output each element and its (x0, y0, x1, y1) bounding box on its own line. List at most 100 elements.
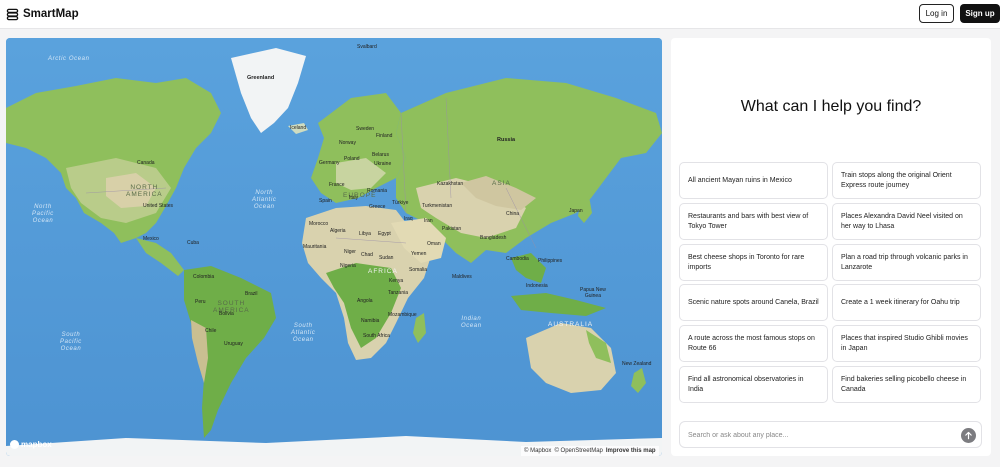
place-label: Cambodia (506, 256, 529, 262)
suggestion-card[interactable]: All ancient Mayan ruins in Mexico (679, 162, 828, 199)
place-label: Iran (424, 218, 433, 224)
suggestion-card[interactable]: Best cheese shops in Toronto for rare im… (679, 244, 828, 281)
brand[interactable]: SmartMap (6, 6, 79, 22)
continent-label-australia: AUSTRALIA (548, 321, 594, 328)
place-label: Niger (344, 249, 356, 255)
ocean-label-south-pacific: South Pacific Ocean (60, 332, 82, 352)
mapbox-logo-icon (10, 440, 19, 449)
place-label: Iraq (404, 216, 413, 222)
place-label: Chad (361, 252, 373, 258)
suggestion-card[interactable]: Restaurants and bars with best view of T… (679, 203, 828, 240)
signup-button[interactable]: Sign up (960, 4, 1000, 23)
place-label: Poland (344, 156, 360, 162)
place-label: Russia (497, 137, 516, 143)
search-box (679, 421, 982, 448)
suggestion-card[interactable]: Scenic nature spots around Canela, Brazi… (679, 284, 828, 321)
place-label: Kenya (389, 278, 404, 284)
place-label: Italy (349, 195, 359, 201)
arrow-up-icon (965, 431, 972, 440)
place-label: Finland (376, 133, 393, 139)
search-input[interactable] (688, 428, 948, 442)
world-map[interactable]: Arctic Ocean North Pacific Ocean North Atla… (6, 38, 662, 456)
suggestion-card[interactable]: Find bakeries selling picobello cheese i… (832, 366, 981, 403)
place-label: Canada (137, 160, 155, 166)
continent-label-africa: AFRICA (368, 268, 398, 275)
place-label: Belarus (372, 152, 389, 158)
place-label: Pakistan (442, 226, 462, 232)
place-label: China (506, 211, 520, 217)
place-label: Bangladesh (480, 235, 507, 241)
suggestion-card[interactable]: Places Alexandra David Neel visited on h… (832, 203, 981, 240)
ocean-label-north-pacific: North Pacific Ocean (32, 204, 54, 224)
place-label: Oman (427, 241, 441, 247)
place-label: Cuba (187, 240, 199, 246)
place-label: Somalia (409, 267, 428, 273)
place-label: Brazil (245, 291, 258, 297)
suggestion-card[interactable]: Create a 1 week itinerary for Oahu trip (832, 284, 981, 321)
place-label: Chile (205, 328, 217, 334)
place-label: Japan (569, 208, 583, 214)
place-label: United States (143, 203, 174, 209)
place-label: Greece (369, 204, 386, 210)
assistant-panel: What can I help you find? All ancient Ma… (671, 38, 991, 456)
ocean-label-south-atlantic: South Atlantic Ocean (291, 323, 316, 343)
place-label: Iceland (290, 125, 307, 131)
place-label: Greenland (247, 75, 275, 81)
place-label: Algeria (330, 228, 346, 234)
ocean-label-north-atlantic: North Atlantic Ocean (252, 190, 277, 210)
place-label: Uruguay (224, 341, 243, 347)
login-button[interactable]: Log in (919, 4, 954, 23)
place-label: Tanzania (388, 290, 409, 296)
app-name: SmartMap (23, 8, 79, 20)
improve-map-link[interactable]: Improve this map (606, 448, 656, 454)
place-label: Namibia (361, 318, 380, 324)
place-label: Türkiye (392, 200, 409, 206)
place-label: Norway (339, 140, 356, 146)
suggestion-card[interactable]: Find all astronomical observatories in I… (679, 366, 828, 403)
suggestion-card[interactable]: Train stops along the original Orient Ex… (832, 162, 981, 199)
suggestion-card[interactable]: A route across the most famous stops on … (679, 325, 828, 362)
place-label: Spain (319, 198, 332, 204)
place-label: Bolivia (219, 311, 234, 317)
ocean-label-indian: Indian Ocean (461, 316, 482, 329)
place-label: Germany (319, 160, 340, 166)
place-label: Mozambique (388, 312, 417, 318)
ocean-label-arctic: Arctic Ocean (48, 56, 90, 62)
map-land-layer (6, 38, 662, 456)
place-label: Sweden (356, 126, 375, 132)
place-label: Ukraine (374, 161, 392, 167)
place-label: Egypt (378, 231, 391, 237)
suggestion-card[interactable]: Plan a road trip through volcanic parks … (832, 244, 981, 281)
place-label: Morocco (309, 221, 329, 227)
place-label: Philippines (538, 258, 563, 264)
place-label: Mauritania (303, 244, 327, 250)
panel-heading: What can I help you find? (740, 98, 922, 115)
place-label: South Africa (363, 333, 390, 339)
place-label: Yemen (411, 251, 427, 257)
place-label: Kazakhstan (437, 181, 464, 187)
place-label: Nigeria (340, 263, 356, 269)
place-label: Indonesia (526, 283, 548, 289)
place-label: New Zealand (622, 361, 652, 367)
place-label: Libya (359, 231, 371, 237)
place-label: Mexico (143, 236, 159, 242)
place-label: Maldives (452, 274, 472, 280)
mapbox-logo[interactable]: mapbox (10, 440, 52, 449)
place-label: Sudan (379, 255, 394, 261)
place-label: Colombia (193, 274, 215, 280)
suggestion-card[interactable]: Places that inspired Studio Ghibli movie… (832, 325, 981, 362)
place-label: France (329, 182, 345, 188)
place-label: Papua New Guinea (580, 287, 606, 299)
mapbox-attribution-link[interactable]: © Mapbox (524, 448, 551, 454)
top-bar: SmartMap Log in Sign up (0, 0, 1000, 29)
map-attribution: © Mapbox © OpenStreetMap Improve this ma… (521, 446, 659, 456)
continent-label-north-america: NORTH AMERICA (126, 184, 163, 198)
place-label: Romania (367, 188, 388, 194)
continent-label-asia: ASIA (492, 180, 511, 187)
stack-logo-icon (6, 8, 19, 20)
place-label: Turkmenistan (422, 203, 453, 209)
osm-attribution-link[interactable]: © OpenStreetMap (554, 448, 602, 454)
send-button[interactable] (961, 428, 976, 443)
place-label: Angola (357, 298, 373, 304)
place-label: Svalbard (357, 44, 377, 50)
